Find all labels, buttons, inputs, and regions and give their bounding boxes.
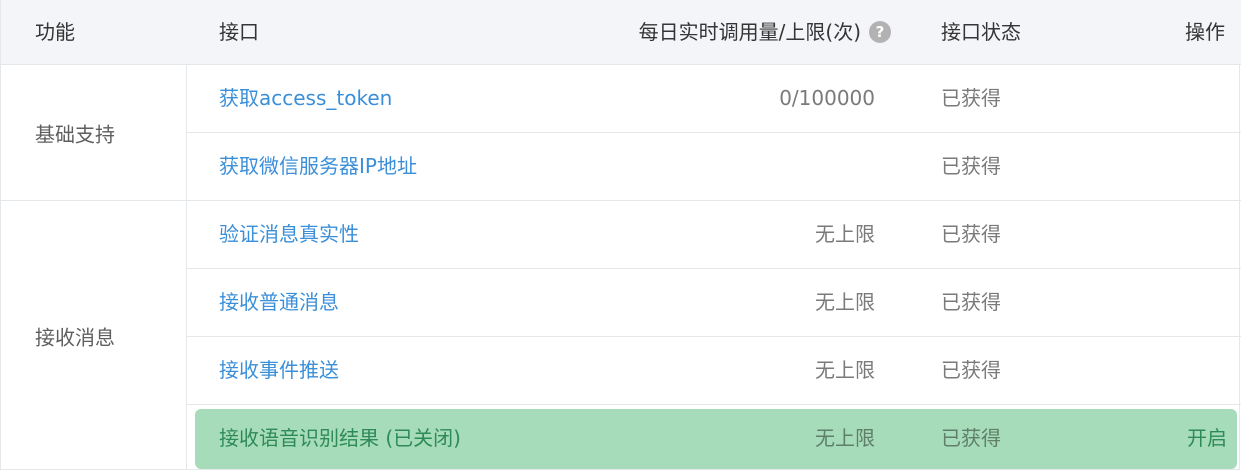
quota-value: 无上限 — [815, 358, 875, 382]
status-value: 已获得 — [941, 86, 1001, 110]
group-cell: 接收消息 — [1, 201, 187, 470]
quota-value: 无上限 — [815, 426, 875, 450]
status-value: 已获得 — [941, 154, 1001, 178]
table-row: 获取access_token 0/100000 已获得 — [187, 65, 1241, 133]
header-quota-label: 每日实时调用量/上限(次) — [638, 20, 861, 44]
header-operation: 操作 — [1185, 20, 1225, 44]
api-link[interactable]: 验证消息真实性 — [219, 201, 359, 268]
status-value: 已获得 — [941, 222, 1001, 246]
status-value: 已获得 — [941, 290, 1001, 314]
enable-button[interactable]: 开启 — [1187, 405, 1227, 472]
table-row: 获取微信服务器IP地址 已获得 — [187, 133, 1241, 201]
status-value: 已获得 — [941, 358, 1001, 382]
group-label: 基础支持 — [35, 122, 115, 146]
header-api: 接口 — [219, 20, 259, 44]
status-value: 已获得 — [941, 426, 1001, 450]
api-link[interactable]: 获取微信服务器IP地址 — [219, 133, 417, 200]
quota-value: 无上限 — [815, 222, 875, 246]
header-function: 功能 — [35, 20, 75, 44]
group-label: 接收消息 — [35, 325, 115, 349]
api-link[interactable]: 接收普通消息 — [219, 269, 339, 336]
help-icon[interactable]: ? — [869, 21, 891, 43]
header-status: 接口状态 — [941, 20, 1021, 44]
table-header: 功能 接口 每日实时调用量/上限(次) ? 接口状态 操作 — [1, 0, 1241, 65]
api-link[interactable]: 接收事件推送 — [219, 337, 339, 404]
quota-value: 0/100000 — [779, 86, 875, 110]
api-link[interactable]: 获取access_token — [219, 65, 392, 132]
table-row: 接收普通消息 无上限 已获得 — [187, 269, 1241, 337]
header-quota: 每日实时调用量/上限(次) ? — [639, 0, 891, 64]
group-cell: 基础支持 — [1, 65, 187, 201]
api-link[interactable]: 接收语音识别结果 (已关闭) — [219, 405, 461, 472]
table-row: 验证消息真实性 无上限 已获得 — [187, 201, 1241, 269]
quota-value: 无上限 — [815, 290, 875, 314]
table-row-highlighted: 接收语音识别结果 (已关闭) 无上限 已获得 开启 — [187, 405, 1241, 473]
table-row: 接收事件推送 无上限 已获得 — [187, 337, 1241, 405]
api-permission-table: 功能 接口 每日实时调用量/上限(次) ? 接口状态 操作 基础支持 接收消息 … — [0, 0, 1241, 473]
